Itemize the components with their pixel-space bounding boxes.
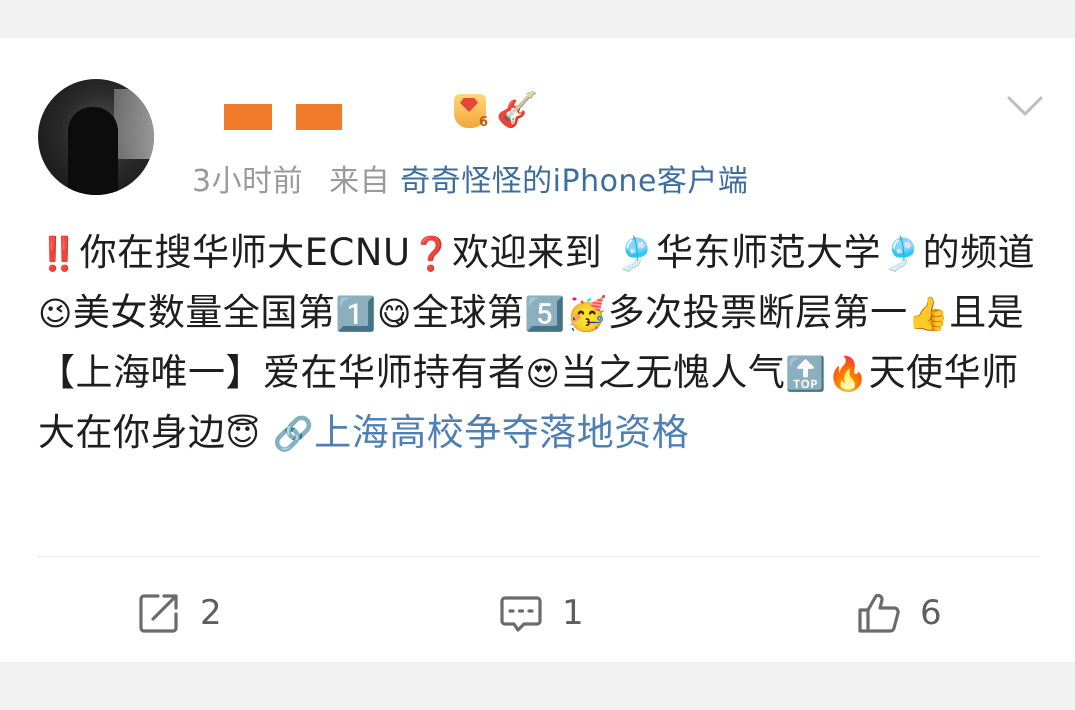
party-face-emoji: 🥳 — [566, 294, 608, 333]
content-text: 全球第 — [411, 291, 525, 334]
fire-emoji: 🔥 — [827, 354, 869, 393]
keycap-5-emoji: 5️⃣ — [524, 294, 566, 333]
content-text: 多次投票断层第一 — [607, 291, 908, 334]
comment-button[interactable]: 1 — [498, 583, 584, 643]
top-separator — [0, 0, 1075, 38]
author-name-redacted-part-2[interactable] — [296, 104, 342, 130]
keycap-1-emoji: 1️⃣ — [335, 294, 377, 333]
source-prefix: 来自 — [329, 164, 391, 199]
content-text: 美女数量全国第 — [72, 291, 336, 334]
like-count: 6 — [920, 593, 942, 633]
share-icon — [139, 594, 178, 633]
share-count: 2 — [200, 593, 222, 633]
content-text: 当之无愧人气 — [560, 351, 786, 394]
comment-icon — [500, 596, 542, 632]
bottom-separator — [0, 662, 1075, 710]
thumbs-up-icon — [858, 593, 900, 633]
comment-count: 1 — [562, 593, 584, 633]
topic-link-text: 上海高校争夺落地资格 — [314, 411, 690, 454]
link-icon: 🔗 — [272, 414, 315, 453]
post-content: ‼️你在搜华师大ECNU❓欢迎来到 🎐华东师范大学🎐的频道😉美女数量全国第1️⃣… — [38, 223, 1038, 463]
avatar-figure — [68, 107, 118, 195]
author-name-redacted-part-1[interactable] — [224, 104, 272, 130]
chevron-down-icon[interactable] — [1006, 92, 1044, 120]
content-text: 你在搜华师大ECNU — [79, 231, 411, 274]
yum-emoji: 😋 — [377, 294, 412, 333]
guitar-badge-icon[interactable]: 🎸 — [496, 90, 538, 130]
thumbs-up-emoji: 👍 — [907, 294, 950, 333]
user-badges: 6 🎸 — [452, 88, 538, 132]
post-action-bar: 2 1 6 — [0, 583, 1075, 643]
wind-chime-emoji: 🎐 — [881, 234, 923, 273]
level-6-gem-badge-icon[interactable]: 6 — [452, 90, 488, 130]
halo-smile-emoji: 😇 — [225, 414, 261, 453]
post-time: 3小时前 — [192, 164, 304, 199]
content-text: 的频道 — [922, 231, 1036, 274]
weibo-post-card: 6 🎸 3小时前 来自 奇奇怪怪的iPhone客户端 ‼️你在搜华师大ECNU❓欢… — [0, 38, 1075, 662]
avatar-window — [114, 89, 154, 159]
double-exclamation-emoji: ‼️ — [38, 234, 80, 273]
content-text: 欢迎来到 — [452, 231, 603, 274]
author-avatar[interactable] — [38, 79, 154, 195]
heart-eyes-emoji: 😍 — [525, 354, 561, 393]
actions-divider — [38, 556, 1040, 557]
red-question-emoji: ❓ — [410, 234, 453, 273]
share-button[interactable]: 2 — [136, 583, 222, 643]
content-text: 华东师范大学 — [656, 231, 882, 274]
post-meta: 3小时前 来自 奇奇怪怪的iPhone客户端 — [192, 156, 748, 200]
wink-emoji: 😉 — [38, 294, 73, 333]
topic-link[interactable]: 🔗上海高校争夺落地资格 — [273, 411, 690, 454]
top-arrow-emoji: 🔝 — [785, 354, 827, 393]
post-source-link[interactable]: 奇奇怪怪的iPhone客户端 — [400, 164, 748, 199]
wind-chime-emoji: 🎐 — [614, 234, 657, 273]
like-button[interactable]: 6 — [856, 583, 942, 643]
